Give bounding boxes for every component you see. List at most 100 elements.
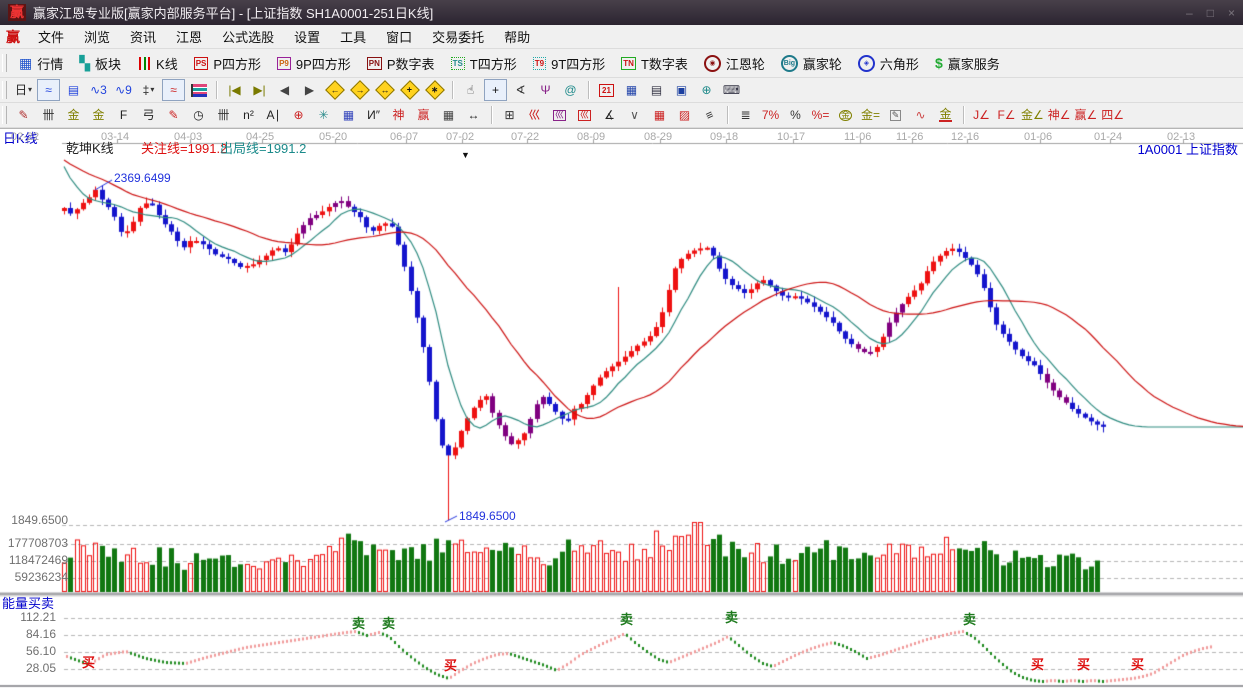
wave-line-tool[interactable]: ∿ <box>909 104 932 126</box>
stats-table-tool[interactable]: ≣ <box>734 104 757 126</box>
gold-ratio-tool-1[interactable]: 金 <box>62 104 85 126</box>
menu-item-8[interactable]: 交易委托 <box>422 27 494 46</box>
qiankun-kline-tool[interactable]: ≈ <box>162 79 185 101</box>
menu-item-2[interactable]: 资讯 <box>120 27 166 46</box>
t-number-table-button[interactable]: TNT数字表 <box>613 52 696 75</box>
grid-123-tool[interactable]: ▦ <box>437 104 460 126</box>
bar-count-tool[interactable]: 卌 <box>212 104 235 126</box>
f-angle-tool[interactable]: F∠ <box>995 104 1018 126</box>
gann-fan-tool[interactable]: 巛 <box>523 104 546 126</box>
grid-square-tool[interactable]: ▦ <box>337 104 360 126</box>
sectors-button[interactable]: ▚板块 <box>71 52 129 75</box>
gold-ratio-tool-2[interactable]: 金 <box>87 104 110 126</box>
red-pencil-tool[interactable]: ✎ <box>162 104 185 126</box>
crosshair-tool[interactable]: + <box>484 79 507 101</box>
gann-box-tool[interactable]: ⊞ <box>498 104 521 126</box>
angle-lines-tool[interactable]: ∡ <box>598 104 621 126</box>
quotes-button[interactable]: ▦行情 <box>11 52 71 75</box>
percent-7-tool[interactable]: 7% <box>759 104 782 126</box>
parallel-lines-tool[interactable]: ≡ <box>698 104 721 126</box>
quotes-button-label: 行情 <box>37 54 63 73</box>
wave-mark-tool[interactable]: И″ <box>362 104 385 126</box>
win-tool[interactable]: 赢 <box>412 104 435 126</box>
v-bottom-tool[interactable]: ∨ <box>623 104 646 126</box>
wave-9-tool[interactable]: ∿9 <box>112 79 135 101</box>
t-square-button[interactable]: TST四方形 <box>443 52 525 75</box>
winner-service-button[interactable]: $赢家服务 <box>927 52 1008 75</box>
p-square-button[interactable]: PSP四方形 <box>186 52 269 75</box>
close-button[interactable]: × <box>1228 6 1235 20</box>
last-bar-button[interactable]: ▶| <box>248 79 271 101</box>
percent-tool[interactable]: % <box>784 104 807 126</box>
angle-measure-tool[interactable]: ∢ <box>509 79 532 101</box>
j-angle-tool[interactable]: J∠ <box>970 104 993 126</box>
trend-scribble-tool[interactable]: ≈ <box>37 79 60 101</box>
star-circle-tool[interactable]: ✳ <box>312 104 335 126</box>
notes-tool[interactable]: ▤ <box>645 79 668 101</box>
text-label-tool[interactable]: A∣ <box>262 104 285 126</box>
gold-lines-tool[interactable]: 金= <box>859 104 882 126</box>
draw-line-tool[interactable]: ✎ <box>12 104 35 126</box>
fan-square-tool[interactable]: 巛 <box>573 104 596 126</box>
gold-angle-tool[interactable]: 金∠ <box>1020 104 1045 126</box>
chart-canvas[interactable] <box>0 129 1243 688</box>
calendar-tool[interactable]: 21 <box>595 79 618 101</box>
grid-arrow-tool[interactable]: ▨ <box>673 104 696 126</box>
bow-tool[interactable]: 弓 <box>137 104 160 126</box>
zoom-out-button[interactable]: ∗ <box>423 79 446 101</box>
red-grid-tool[interactable]: ▦ <box>648 104 671 126</box>
p-number-table-button[interactable]: PNP数字表 <box>359 52 443 75</box>
menu-item-0[interactable]: 文件 <box>28 27 74 46</box>
circle-cross-tool[interactable]: ⊕ <box>287 104 310 126</box>
zoom-in-button[interactable]: + <box>398 79 421 101</box>
shen-angle-tool[interactable]: 神∠ <box>1047 104 1072 126</box>
gold-underline-tool[interactable]: 金 <box>934 104 957 126</box>
hexagon-button[interactable]: ◈六角形 <box>850 52 927 75</box>
first-bar-button[interactable]: |◀ <box>223 79 246 101</box>
nine-p-square-button[interactable]: P99P四方形 <box>269 52 359 75</box>
annotate-tool[interactable]: ✎ <box>884 104 907 126</box>
candle-style-selector[interactable]: ‡▾ <box>137 79 160 101</box>
pan-right-button[interactable]: → <box>348 79 371 101</box>
menu-item-1[interactable]: 浏览 <box>74 27 120 46</box>
nine-t-square-button[interactable]: T99T四方形 <box>525 52 614 75</box>
menu-item-7[interactable]: 窗口 <box>376 27 422 46</box>
winner-wheel-button[interactable]: Big赢家轮 <box>773 52 850 75</box>
square-number-tool[interactable]: n² <box>237 104 260 126</box>
kline-button[interactable]: K线 <box>129 52 186 75</box>
menu-item-3[interactable]: 江恩 <box>166 27 212 46</box>
minimize-button[interactable]: – <box>1186 6 1193 20</box>
volume-profile-tool[interactable] <box>187 79 210 101</box>
period-selector[interactable]: 日▾ <box>12 79 35 101</box>
prev-bar-button[interactable]: ◀ <box>273 79 296 101</box>
menu-item-6[interactable]: 工具 <box>330 27 376 46</box>
percent-lines-tool[interactable]: %= <box>809 104 832 126</box>
calculator-tool[interactable]: ▦ <box>620 79 643 101</box>
spiral-tool[interactable]: @ <box>559 79 582 101</box>
save-tool[interactable]: ▣ <box>670 79 693 101</box>
list-view-tool[interactable]: ▤ <box>62 79 85 101</box>
time-cycle-tool[interactable]: ◷ <box>187 104 210 126</box>
gold-circle-tool[interactable]: 金 <box>834 104 857 126</box>
shen-tool[interactable]: 神 <box>387 104 410 126</box>
win-angle-tool[interactable]: 赢∠ <box>1074 104 1099 126</box>
menu-item-5[interactable]: 设置 <box>284 27 330 46</box>
gann-wheel-button[interactable]: ◉江恩轮 <box>696 52 773 75</box>
gann-wheel-button-icon: ◉ <box>704 55 721 72</box>
menu-item-4[interactable]: 公式选股 <box>212 27 284 46</box>
menu-item-9[interactable]: 帮助 <box>494 27 540 46</box>
export-tool[interactable]: ⊕ <box>695 79 718 101</box>
print-tool[interactable]: ⌨ <box>720 79 743 101</box>
wave-3-tool[interactable]: ∿3 <box>87 79 110 101</box>
four-angle-tool[interactable]: 四∠ <box>1100 104 1125 126</box>
gann-shape-tool[interactable]: Ψ <box>534 79 557 101</box>
pan-left-button[interactable]: ← <box>323 79 346 101</box>
fan-box-tool[interactable]: 巛 <box>548 104 571 126</box>
next-bar-button[interactable]: ▶ <box>298 79 321 101</box>
span-measure-tool[interactable]: ↔ <box>462 104 485 126</box>
zoom-horizontal-button[interactable]: ↔ <box>373 79 396 101</box>
retracement-tool[interactable]: 卌 <box>37 104 60 126</box>
fibonacci-tool[interactable]: F <box>112 104 135 126</box>
hand-tool[interactable]: ☝ <box>459 79 482 101</box>
maximize-button[interactable]: □ <box>1207 6 1214 20</box>
